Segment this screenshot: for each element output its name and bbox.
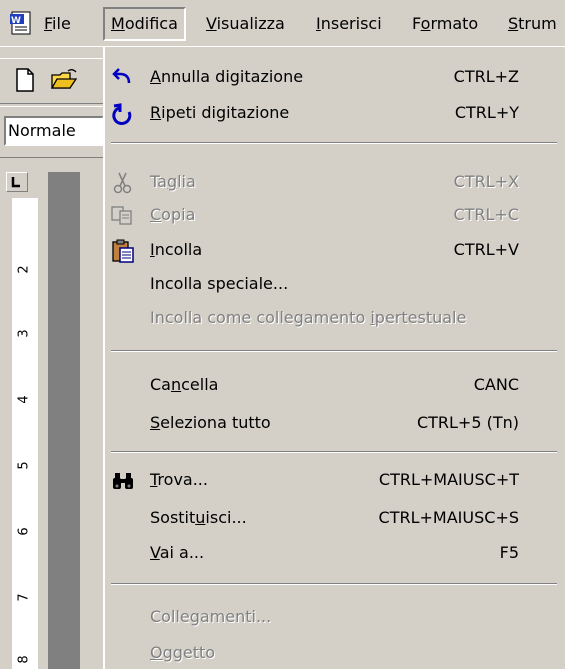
menu-item-go-to-label: Vai a... — [150, 543, 205, 562]
word-window: W File Modifica Visualizza Inserisci For… — [0, 0, 565, 669]
menu-separator — [111, 451, 557, 453]
menu-item-paste-special-label: Incolla speciale... — [150, 274, 289, 293]
menu-visualizza-key: V — [206, 14, 217, 33]
menu-item-cut[interactable]: Taglia CTRL+X — [105, 165, 565, 199]
open-folder-icon[interactable] — [50, 68, 78, 92]
menu-item-cut-shortcut: CTRL+X — [453, 172, 519, 191]
paste-icon — [112, 239, 134, 263]
menu-item-select-all-shortcut: CTRL+5 (Tn) — [416, 413, 519, 432]
menu-file-key: F — [44, 14, 53, 33]
menu-item-links-label: Collegamenti... — [150, 607, 272, 626]
menu-separator — [111, 350, 557, 352]
menu-item-find-shortcut: CTRL+MAIUSC+T — [378, 470, 519, 489]
menu-visualizza-post: isualizza — [216, 14, 285, 33]
ruler-number: 4 — [16, 395, 32, 404]
undo-icon — [112, 68, 131, 84]
menu-inserisci[interactable]: Inserisci — [316, 9, 382, 39]
menu-item-redo-label: Ripeti digitazione — [150, 103, 290, 122]
ruler-number: 3 — [16, 329, 32, 338]
menu-item-paste-label: Incolla — [150, 240, 203, 259]
menu-item-paste-special[interactable]: Incolla speciale... — [105, 267, 565, 301]
menu-modifica[interactable]: Modifica — [103, 7, 186, 41]
new-document-icon[interactable] — [14, 68, 36, 92]
menu-item-replace[interactable]: Sostituisci... CTRL+MAIUSC+S — [105, 501, 565, 535]
menu-separator — [111, 583, 557, 585]
menu-item-delete[interactable]: Cancella CANC — [105, 368, 565, 402]
menu-visualizza[interactable]: Visualizza — [206, 9, 285, 39]
ruler-number: 2 — [16, 265, 32, 274]
menu-item-copy-label: Copia — [150, 205, 196, 224]
menu-item-delete-label: Cancella — [150, 375, 219, 394]
menu-item-undo-label: Annulla digitazione — [150, 67, 304, 86]
menu-item-undo[interactable]: Annulla digitazione CTRL+Z — [105, 60, 565, 94]
tab-stop-selector[interactable] — [6, 172, 28, 192]
menu-item-object-label: Oggetto — [150, 643, 216, 662]
menu-item-paste-as-hyperlink-label: Incolla come collegamento ipertestuale — [150, 308, 467, 327]
scissors-icon — [113, 172, 132, 194]
menu-item-find-label: Trova... — [150, 470, 208, 489]
ruler-number: 6 — [16, 527, 32, 536]
ruler-number: 8 — [16, 655, 32, 664]
menu-item-paste[interactable]: Incolla CTRL+V — [105, 233, 565, 267]
menu-strumenti-post: trum — [518, 14, 557, 33]
menu-formato-key: o — [420, 14, 431, 33]
menu-formato-pre: F — [412, 14, 421, 33]
menu-item-object[interactable]: Oggetto — [105, 636, 565, 669]
menu-item-links[interactable]: Collegamenti... — [105, 600, 565, 634]
ruler-number: 5 — [16, 461, 32, 470]
menu-item-redo-shortcut: CTRL+Y — [454, 103, 519, 122]
word-document-icon[interactable]: W — [10, 11, 32, 35]
edit-dropdown-menu: Annulla digitazione CTRL+Z Ripeti digita… — [103, 46, 565, 669]
menu-file[interactable]: File — [44, 9, 71, 39]
menu-item-redo[interactable]: Ripeti digitazione CTRL+Y — [105, 96, 565, 130]
menu-item-replace-label: Sostituisci... — [150, 508, 247, 527]
style-select[interactable]: Normale — [4, 116, 104, 146]
document-gray-area — [48, 172, 80, 669]
menu-bar: W File Modifica Visualizza Inserisci For… — [0, 0, 565, 47]
menu-formato-post: rmato — [430, 14, 479, 33]
menu-item-copy[interactable]: Copia CTRL+C — [105, 198, 565, 232]
redo-icon — [112, 103, 132, 125]
menu-inserisci-post: nserisci — [320, 14, 382, 33]
copy-icon — [111, 206, 132, 225]
svg-text:W: W — [11, 16, 21, 26]
binoculars-icon — [113, 473, 133, 489]
menu-item-go-to[interactable]: Vai a... F5 — [105, 536, 565, 570]
menu-formato[interactable]: Formato — [412, 9, 478, 39]
menu-item-copy-shortcut: CTRL+C — [453, 205, 519, 224]
menu-strumenti-key: S — [508, 14, 519, 33]
menu-item-select-all[interactable]: Seleziona tutto CTRL+5 (Tn) — [105, 406, 565, 440]
menu-item-select-all-label: Seleziona tutto — [150, 413, 271, 432]
menu-item-delete-shortcut: CANC — [473, 375, 519, 394]
ruler-number: 7 — [16, 593, 32, 602]
menu-strumenti[interactable]: Strum — [508, 9, 557, 39]
menu-item-cut-label: Taglia — [150, 172, 196, 191]
menu-file-post: ile — [52, 14, 71, 33]
menu-item-paste-as-hyperlink[interactable]: Incolla come collegamento ipertestuale — [105, 301, 565, 335]
menu-modifica-key: M — [111, 14, 125, 33]
left-tab-icon — [11, 177, 20, 188]
menu-item-replace-shortcut: CTRL+MAIUSC+S — [378, 508, 519, 527]
menu-separator — [111, 142, 557, 144]
menu-item-find[interactable]: Trova... CTRL+MAIUSC+T — [105, 463, 565, 497]
menu-item-go-to-shortcut: F5 — [499, 543, 519, 562]
menu-item-paste-shortcut: CTRL+V — [453, 240, 519, 259]
menu-item-undo-shortcut: CTRL+Z — [453, 67, 519, 86]
menu-modifica-post: odifica — [124, 14, 178, 33]
